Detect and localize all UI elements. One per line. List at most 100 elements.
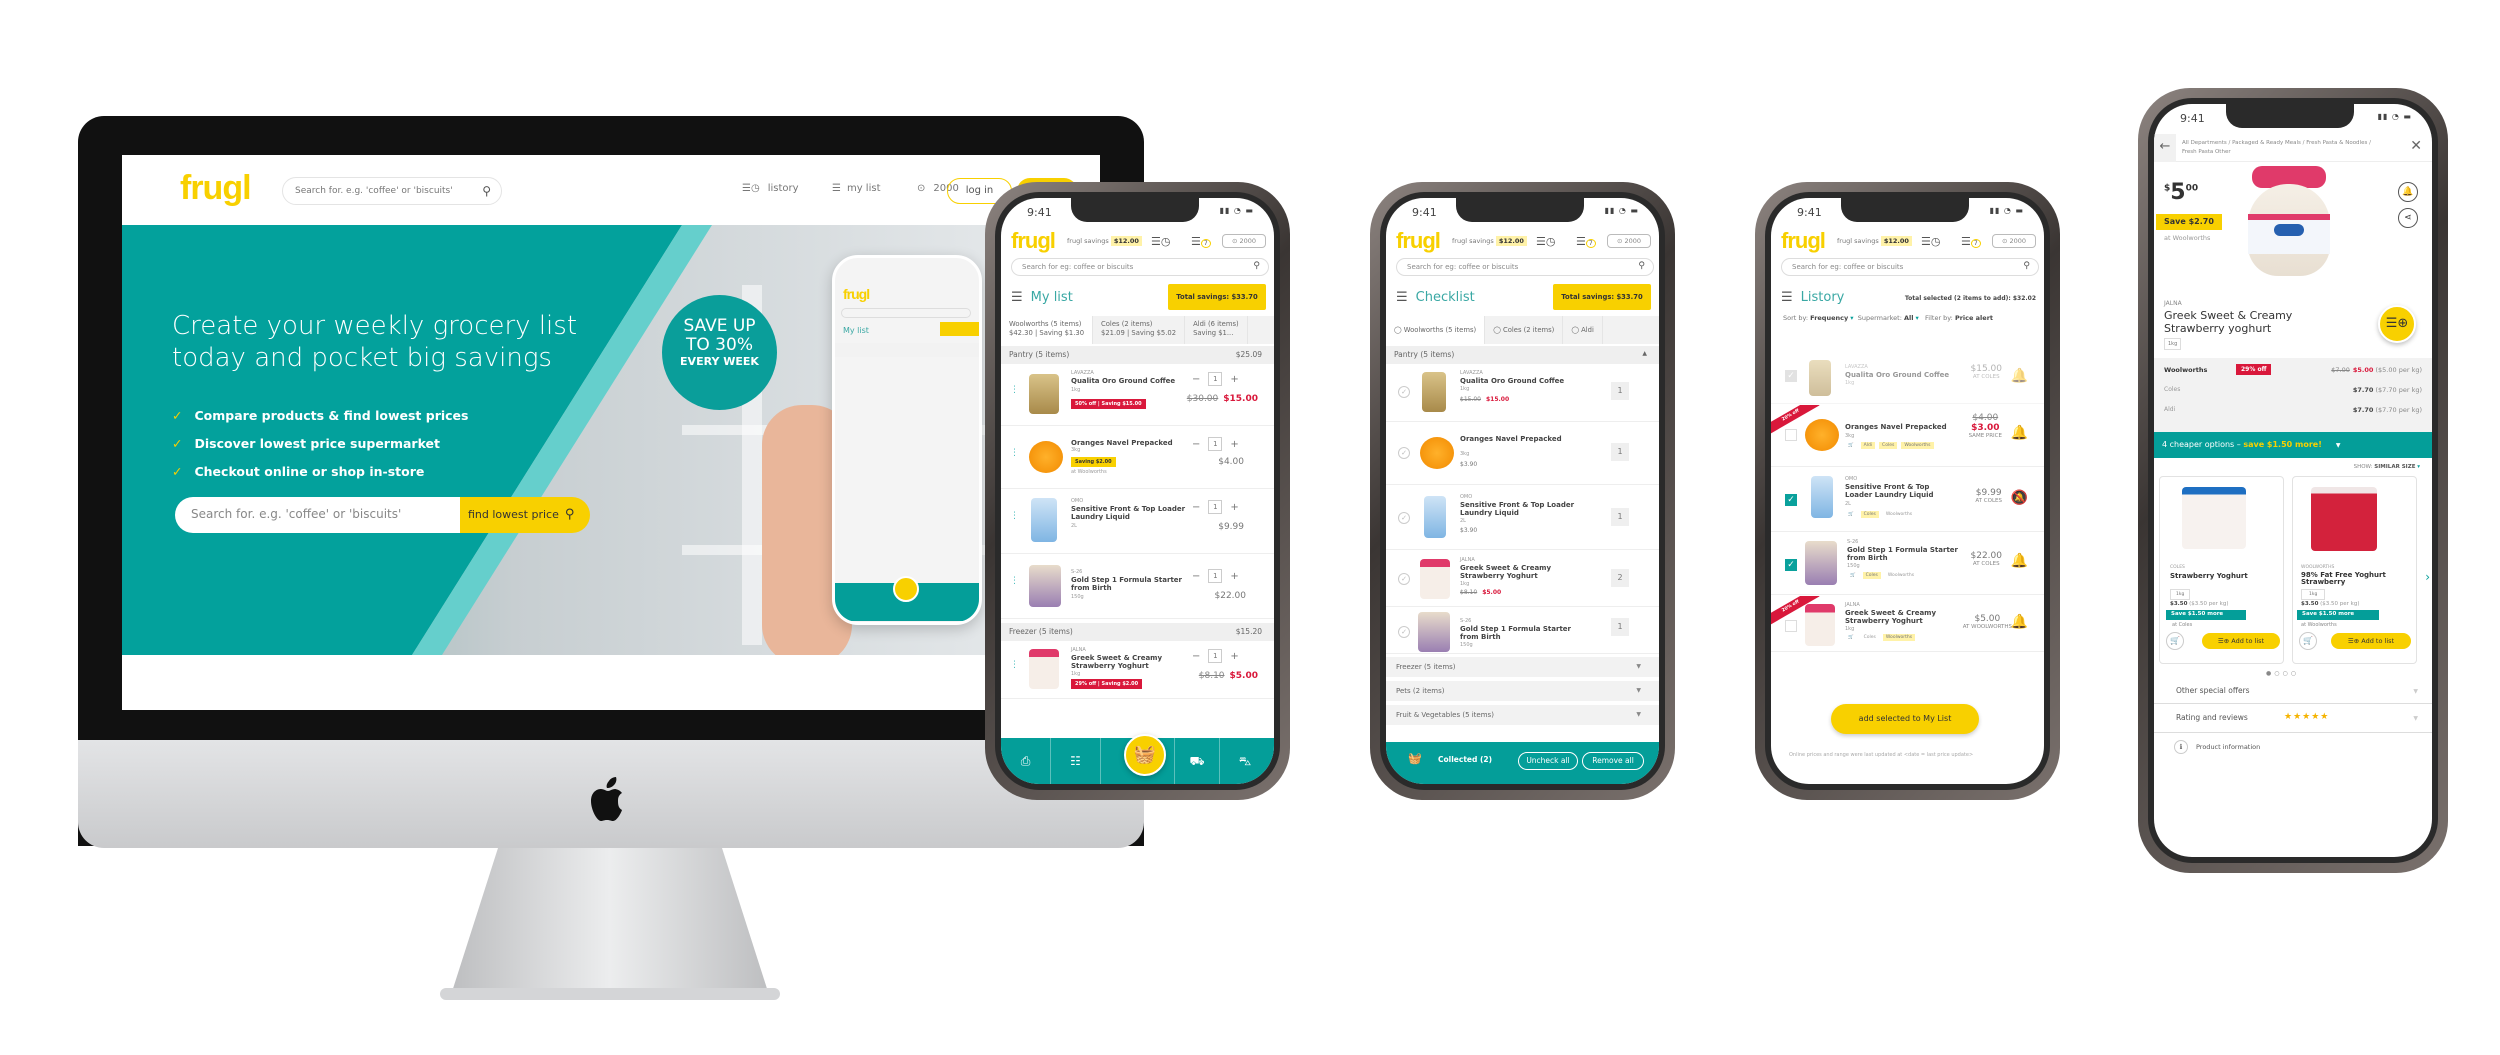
- search-icon[interactable]: ⚲: [1253, 261, 1260, 271]
- minus-button[interactable]: −: [1192, 374, 1200, 385]
- search-input[interactable]: Search for eg: coffee or biscuits ⚲: [1396, 258, 1654, 276]
- add-to-list-fab[interactable]: ☰⊕: [2378, 305, 2416, 343]
- item-name[interactable]: Greek Sweet & Creamy Strawberry Yoghurt: [1845, 609, 1963, 625]
- minus-button[interactable]: −: [1192, 651, 1200, 662]
- compare-cart-icon[interactable]: 🛒: [2166, 632, 2184, 650]
- postcode-button[interactable]: ⊙ 2000: [1222, 234, 1266, 248]
- check-circle-button[interactable]: ✓: [1398, 573, 1410, 585]
- quantity-stepper[interactable]: −1 +: [1192, 569, 1258, 583]
- item-name[interactable]: Oranges Navel Prepacked: [1845, 423, 1963, 431]
- bell-icon[interactable]: 🔔: [2398, 182, 2418, 202]
- tab-woolworths[interactable]: Woolworths (5 items) $42.30 | Saving $1.3…: [1001, 316, 1094, 344]
- cheaper-options-bar[interactable]: 4 cheaper options – save $1.50 more! ▼: [2154, 432, 2432, 458]
- plus-button[interactable]: +: [1230, 571, 1238, 582]
- back-arrow-icon[interactable]: ←: [2154, 134, 2176, 162]
- carousel-pagination[interactable]: ●○○○: [2266, 670, 2299, 677]
- select-checkbox[interactable]: ✓: [1785, 370, 1797, 382]
- price-alert-bell-icon[interactable]: 🔔: [2011, 368, 2028, 384]
- my-list-icon[interactable]: ☰ 7: [1961, 235, 1981, 248]
- item-name[interactable]: Gold Step 1 Formula Starter from Birth: [1847, 546, 1965, 562]
- item-name[interactable]: Qualita Oro Ground Coffee: [1071, 377, 1189, 385]
- pagination-dot-active[interactable]: ●: [2266, 670, 2274, 677]
- remove-all-button[interactable]: Remove all: [1582, 752, 1644, 770]
- section-header[interactable]: Pantry (5 items) ▲: [1386, 346, 1659, 364]
- pagination-dot[interactable]: ○: [2283, 670, 2291, 677]
- check-circle-button[interactable]: ✓: [1398, 626, 1410, 638]
- item-name[interactable]: Gold Step 1 Formula Starter from Birth: [1071, 576, 1189, 592]
- plus-button[interactable]: +: [1230, 651, 1238, 662]
- minus-button[interactable]: −: [1192, 571, 1200, 582]
- pagination-dot[interactable]: ○: [2291, 670, 2299, 677]
- plus-button[interactable]: +: [1230, 439, 1238, 450]
- compare-cart-icon[interactable]: 🛒: [2299, 632, 2317, 650]
- frugl-logo[interactable]: frugl: [1781, 228, 1826, 254]
- collapse-caret-icon[interactable]: ▲: [1642, 350, 1647, 357]
- section-header[interactable]: Pantry (5 items) $25.09: [1001, 346, 1274, 364]
- select-checkbox[interactable]: [1785, 620, 1797, 632]
- tab-aldi[interactable]: Aldi (6 items) Saving $1...: [1185, 316, 1248, 344]
- quantity-value[interactable]: 1: [1208, 372, 1223, 386]
- select-checkbox[interactable]: ✓: [1785, 494, 1797, 506]
- quantity-stepper[interactable]: −1 +: [1192, 500, 1258, 514]
- frugl-logo[interactable]: frugl: [1011, 228, 1056, 254]
- check-circle-button[interactable]: ✓: [1398, 447, 1410, 459]
- quantity-value[interactable]: 1: [1208, 649, 1223, 663]
- price-alert-bell-icon[interactable]: 🔔: [2011, 425, 2028, 441]
- ratings-row[interactable]: Rating and reviews ★★★★★ ▼: [2154, 705, 2432, 733]
- drag-handle-icon[interactable]: ⋮: [1010, 577, 1019, 586]
- nav-my-list[interactable]: ☰ my list: [832, 183, 881, 194]
- add-to-list-button[interactable]: ☰⊕ Add to list: [2202, 633, 2280, 649]
- close-icon[interactable]: ✕: [2410, 138, 2422, 154]
- product-info-row[interactable]: ℹ Product information: [2174, 740, 2260, 754]
- quantity-value[interactable]: 1: [1208, 500, 1223, 514]
- carousel-next-icon[interactable]: ›: [2425, 570, 2430, 584]
- menu-icon[interactable]: ☰: [1011, 290, 1023, 305]
- search-input[interactable]: Search for eg: coffee or biscuits ⚲: [1781, 258, 2039, 276]
- listory-icon[interactable]: ☰◷: [1536, 235, 1555, 248]
- menu-icon[interactable]: ☰: [1396, 290, 1408, 305]
- breadcrumb[interactable]: All Departments / Packaged & Ready Meals…: [2182, 139, 2382, 157]
- collapsed-section[interactable]: Fruit & Vegetables (5 items) ▼: [1386, 705, 1659, 727]
- item-name[interactable]: Qualita Oro Ground Coffee: [1460, 377, 1578, 385]
- share-icon[interactable]: ⋖: [2398, 208, 2418, 228]
- tab-aldi[interactable]: ◯ Aldi: [1563, 316, 1603, 344]
- price-alert-bell-icon[interactable]: 🔔: [2011, 614, 2028, 630]
- click-collect-button[interactable]: ⛟: [1175, 738, 1220, 784]
- sort-dropdown[interactable]: Sort by: Frequency ▾: [1783, 314, 1854, 322]
- find-lowest-price-button[interactable]: find lowest price ⚲: [460, 497, 590, 533]
- plus-button[interactable]: +: [1230, 502, 1238, 513]
- collapsed-section[interactable]: Freezer (5 items) ▼: [1386, 657, 1659, 679]
- delivery-button[interactable]: ⛍: [1220, 738, 1270, 784]
- pagination-dot[interactable]: ○: [2274, 670, 2282, 677]
- add-to-list-button[interactable]: ☰⊕ Add to list: [2331, 633, 2411, 649]
- plus-button[interactable]: +: [1230, 374, 1238, 385]
- postcode-button[interactable]: ⊙ 2000: [1607, 234, 1651, 248]
- drag-handle-icon[interactable]: ⋮: [1010, 449, 1019, 458]
- basket-button[interactable]: 🧺: [1124, 734, 1166, 776]
- uncheck-all-button[interactable]: Uncheck all: [1518, 752, 1578, 770]
- item-name[interactable]: Gold Step 1 Formula Starter from Birth: [1460, 625, 1578, 641]
- tab-coles[interactable]: ◯ Coles (2 items): [1485, 316, 1564, 344]
- tab-woolworths[interactable]: ◯ Woolworths (5 items): [1386, 316, 1486, 344]
- frugl-logo[interactable]: frugl: [1396, 228, 1441, 254]
- add-selected-button[interactable]: add selected to My List: [1831, 704, 1979, 734]
- drag-handle-icon[interactable]: ⋮: [1010, 386, 1019, 395]
- alternative-product-card[interactable]: COLES Strawberry Yoghurt 1kg $3.50 ($3.5…: [2159, 476, 2284, 664]
- print-button[interactable]: ⎙: [1001, 738, 1051, 784]
- check-circle-button[interactable]: ✓: [1398, 386, 1410, 398]
- quantity-stepper[interactable]: −1 +: [1192, 437, 1258, 451]
- my-list-icon[interactable]: ☰ 7: [1576, 235, 1596, 248]
- listory-icon[interactable]: ☰◷: [1151, 235, 1170, 248]
- listory-icon[interactable]: ☰◷: [1921, 235, 1940, 248]
- section-header[interactable]: Freezer (5 items) $15.20: [1001, 623, 1274, 641]
- item-name[interactable]: Sensitive Front & Top Loader Laundry Liq…: [1845, 483, 1940, 499]
- my-list-icon[interactable]: ☰ 7: [1191, 235, 1211, 248]
- other-offers-row[interactable]: Other special offers ▼: [2154, 680, 2432, 704]
- price-alert-bell-icon[interactable]: 🔔: [2011, 553, 2028, 569]
- price-alert-bell-off-icon[interactable]: 🔕: [2011, 490, 2028, 506]
- quantity-value[interactable]: 1: [1208, 569, 1223, 583]
- search-icon[interactable]: ⚲: [2023, 261, 2030, 271]
- hero-search-input[interactable]: Search for. e.g. 'coffee' or 'biscuits': [175, 497, 460, 533]
- drag-handle-icon[interactable]: ⋮: [1010, 512, 1019, 521]
- item-name[interactable]: Sensitive Front & Top Loader Laundry Liq…: [1460, 501, 1578, 517]
